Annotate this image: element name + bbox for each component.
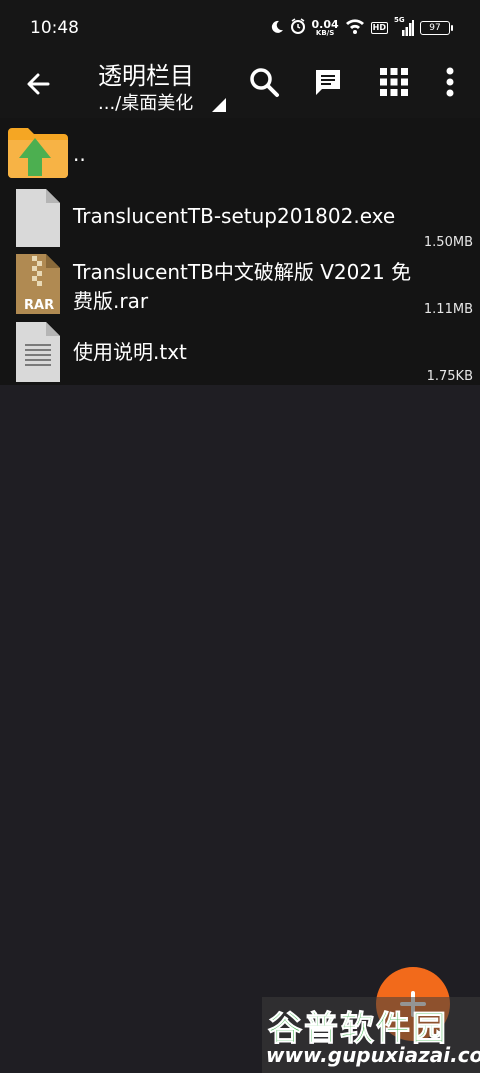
file-size: 1.75KB [426,369,473,384]
rar-label: RAR [24,298,55,313]
alarm-icon [290,18,306,38]
search-icon [250,68,279,97]
list-item-file[interactable]: TranslucentTB-setup201802.exe 1.50MB [0,186,480,250]
file-size: 1.11MB [423,302,473,317]
grid-view-button[interactable] [376,64,412,100]
message-icon [316,70,340,95]
list-item-parent-folder[interactable]: .. [0,118,480,184]
file-name: TranslucentTB-setup201802.exe [73,204,396,228]
network-speed: 0.04 KB/S [312,19,339,37]
back-button[interactable] [20,66,56,102]
more-options-button[interactable] [432,64,468,100]
current-path[interactable]: .../桌面美化 [98,89,193,115]
page-title: 透明栏目 [98,62,194,90]
status-icons: 0.04 KB/S HD 5G 97 [270,16,453,39]
list-item-file[interactable]: RAR TranslucentTB中文破解版 V2021 免费版.rar 1.1… [0,252,480,320]
wifi-icon [345,18,365,38]
watermark-url: www.gupuxiazai.com [266,1043,480,1067]
file-size: 1.50MB [423,235,473,250]
battery-indicator: 97 [420,21,453,35]
file-list: .. TranslucentTB-setup201802.exe 1.50MB … [0,118,480,385]
signal-label: 5G [394,16,405,24]
file-name: 使用说明.txt [73,340,187,364]
grid-icon [380,68,408,96]
list-item-file[interactable]: 使用说明.txt 1.75KB [0,322,480,386]
signal-icon: 5G [394,16,414,36]
watermark-logo: 谷普软件园 www.gupuxiazai.com [262,997,480,1073]
text-file-icon [16,322,60,382]
app-bar: 透明栏目 .../桌面美化 [0,56,480,118]
search-button[interactable] [246,64,282,100]
path-dropdown-icon[interactable] [212,98,226,112]
status-bar: 10:48 0.04 KB/S HD 5G 97 [0,0,480,56]
clock: 10:48 [30,18,79,38]
more-vert-icon [446,67,454,97]
generic-file-icon [16,189,60,247]
file-name: TranslucentTB中文破解版 V2021 免费版.rar [73,260,412,313]
message-button[interactable] [310,64,346,100]
file-name: .. [73,142,86,166]
arrow-left-icon [27,73,50,95]
moon-icon [270,19,284,38]
folder-up-icon [8,128,68,178]
hd-badge: HD [370,22,388,34]
network-speed-unit: KB/S [315,29,335,37]
